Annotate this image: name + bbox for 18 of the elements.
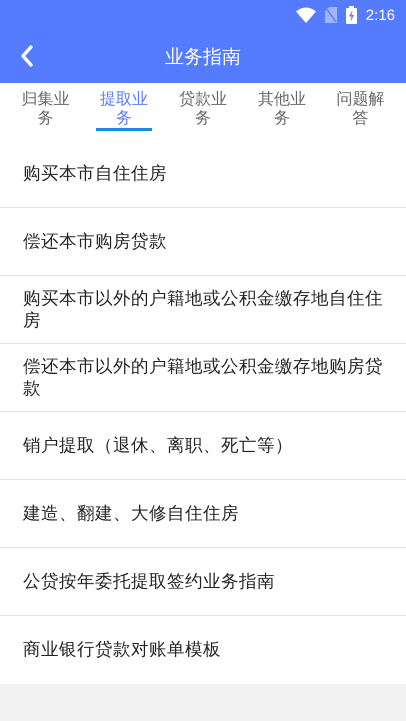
guide-item[interactable]: 偿还本市以外的户籍地或公积金缴存地购房贷款 — [0, 344, 406, 412]
guide-item[interactable]: 商业银行贷款对账单模板 — [0, 616, 406, 684]
page-title: 业务指南 — [165, 44, 241, 70]
battery-charging-icon — [346, 6, 357, 24]
category-tab[interactable]: 归集业务 — [17, 83, 74, 131]
guide-item[interactable]: 购买本市以外的户籍地或公积金缴存地自住住房 — [0, 276, 406, 344]
guide-item[interactable]: 销户提取（退休、离职、死亡等） — [0, 412, 406, 480]
status-time: 2:16 — [366, 6, 395, 24]
wifi-icon — [296, 7, 316, 23]
no-sim-icon — [324, 7, 337, 23]
category-tab[interactable]: 提取业务 — [96, 83, 152, 131]
guide-item[interactable]: 购买本市自住住房 — [0, 140, 406, 208]
guide-item[interactable]: 建造、翻建、大修自住住房 — [0, 480, 406, 548]
category-tab[interactable]: 问题解答 — [332, 83, 389, 131]
guide-item[interactable]: 公贷按年委托提取签约业务指南 — [0, 548, 406, 616]
category-tab[interactable]: 贷款业务 — [174, 83, 231, 131]
guide-item[interactable]: 偿还本市购房贷款 — [0, 208, 406, 276]
category-tab[interactable]: 其他业务 — [254, 83, 310, 131]
